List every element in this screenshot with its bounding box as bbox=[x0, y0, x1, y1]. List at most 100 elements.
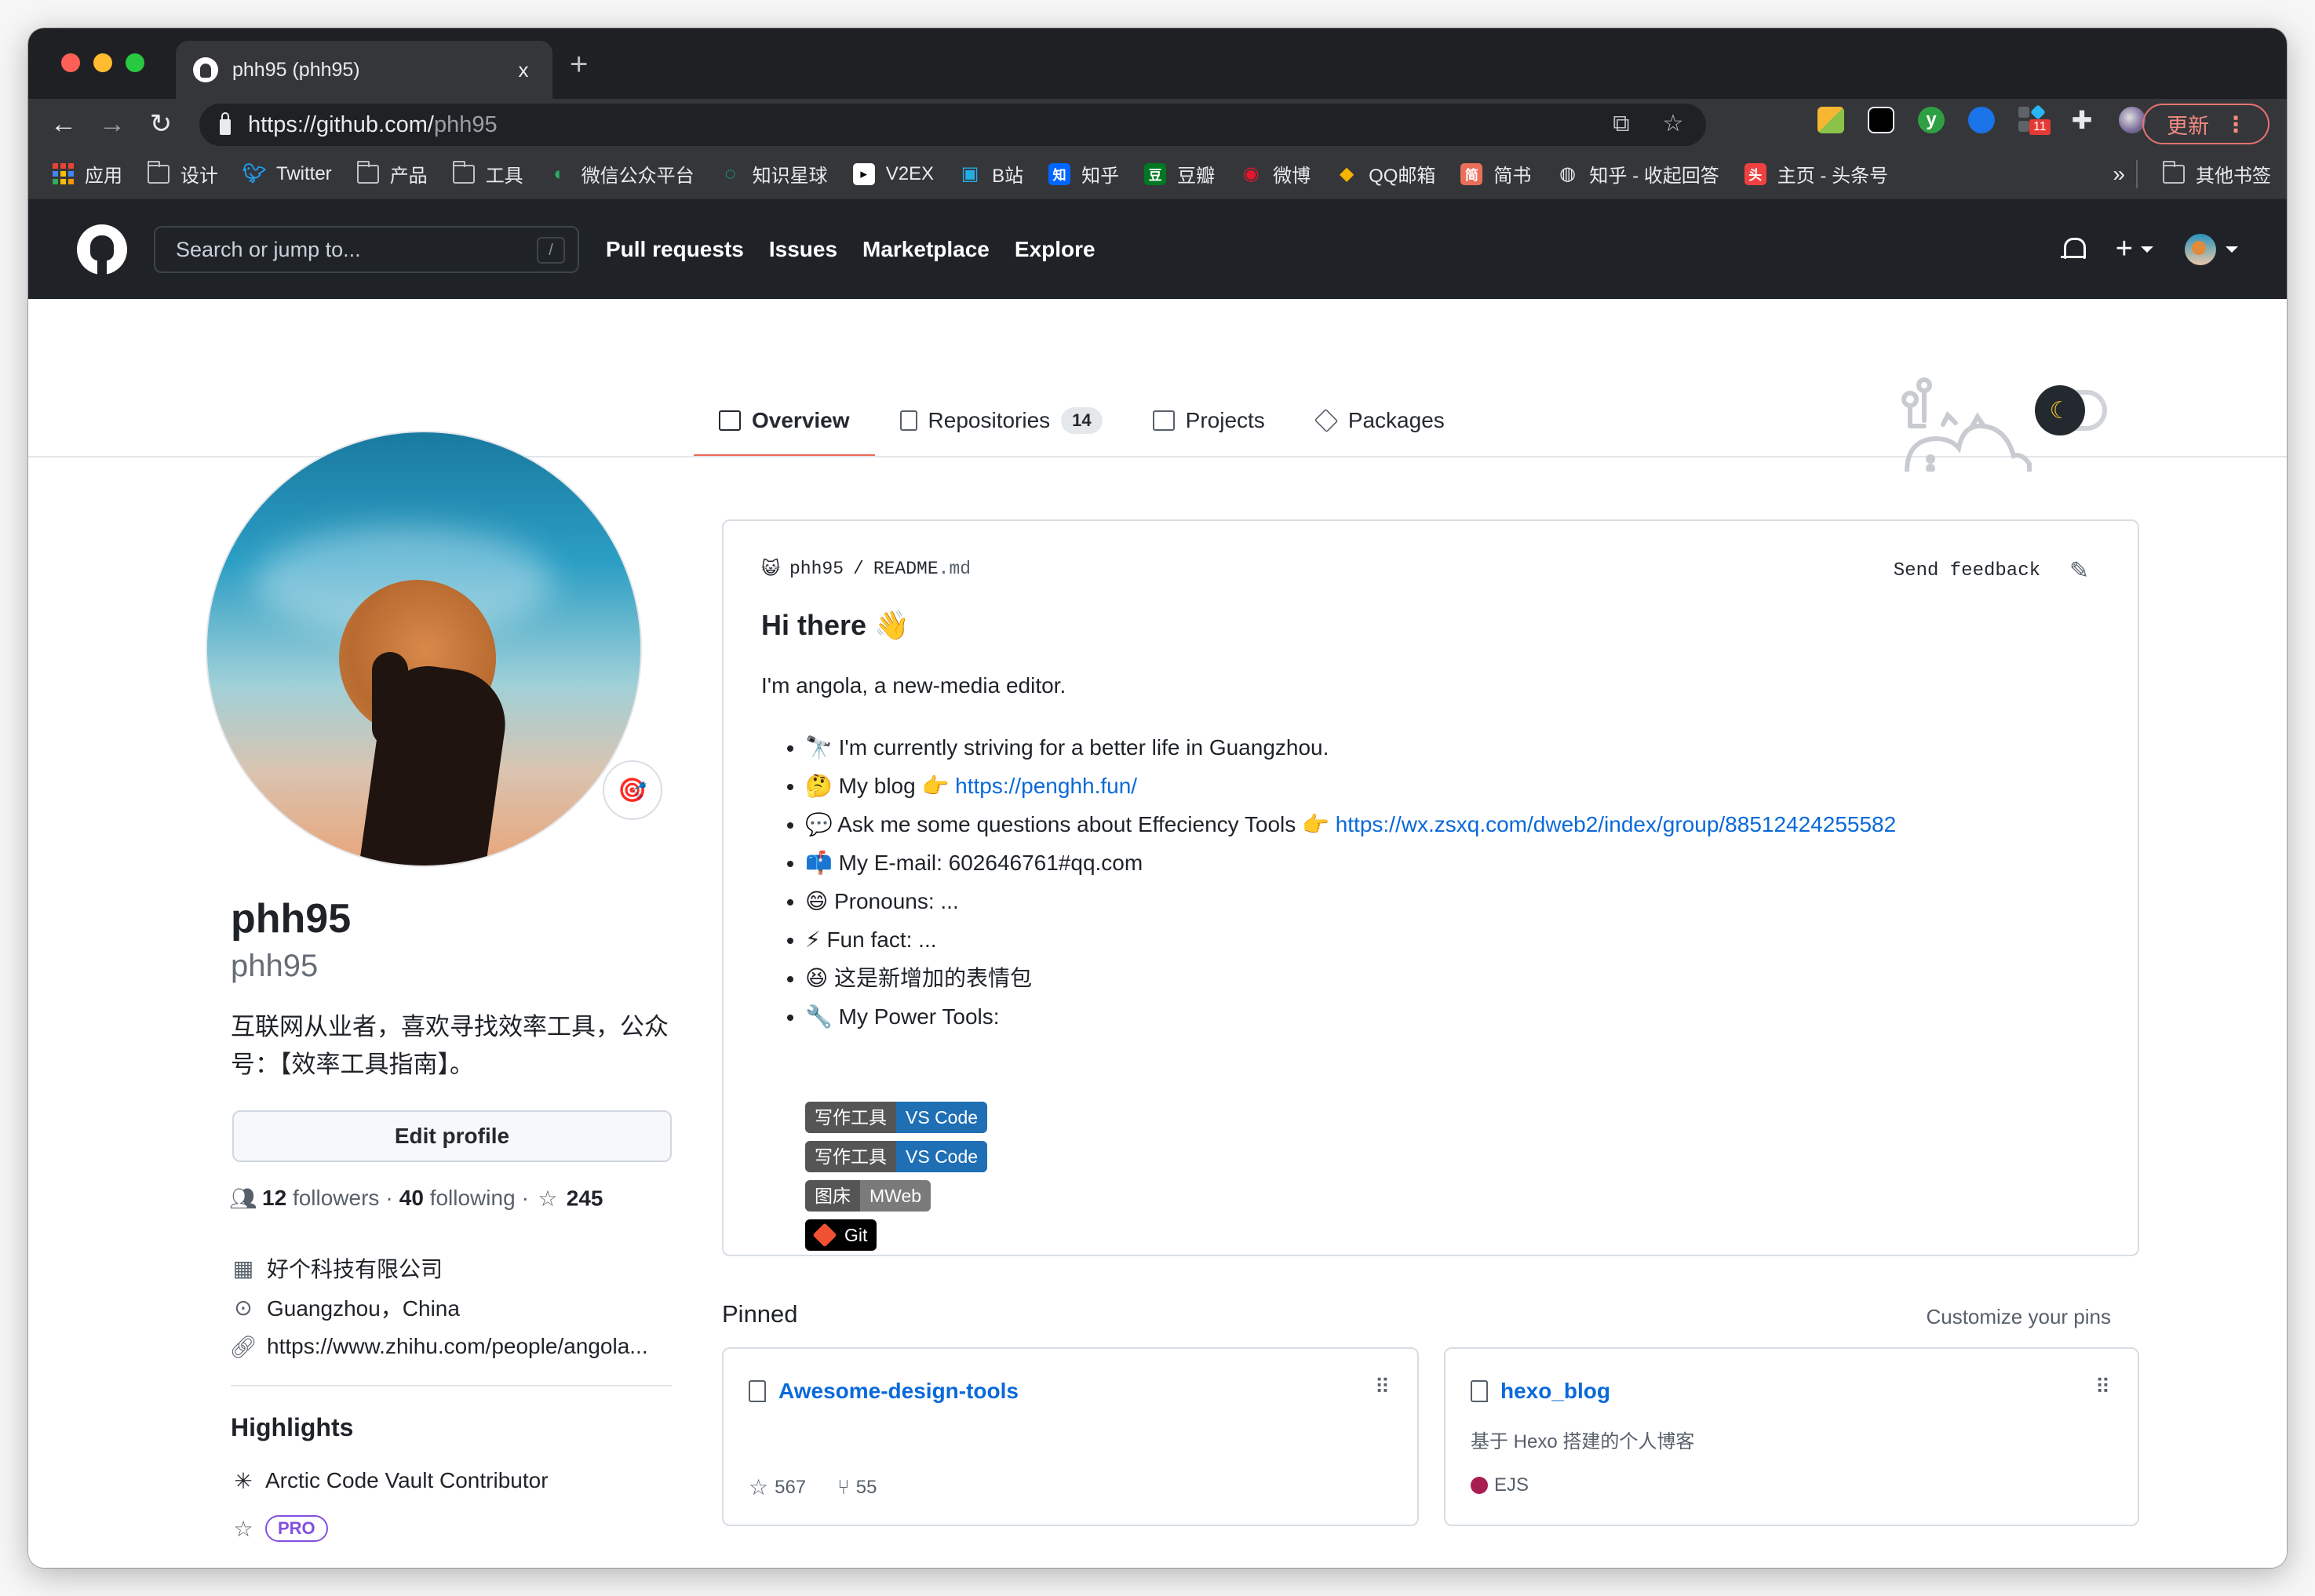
bookmark-item[interactable]: 简简书 bbox=[1460, 160, 1531, 188]
readme-list: 🔭 I'm currently striving for a better li… bbox=[782, 728, 1896, 1036]
translate-icon[interactable]: ⧉ bbox=[1609, 111, 1634, 137]
readme-file-link[interactable]: README.md bbox=[873, 559, 971, 579]
readme-owner-link[interactable]: phh95 bbox=[789, 559, 844, 579]
puzzle-extensions-icon[interactable]: ✚ bbox=[2069, 107, 2095, 133]
create-new-dropdown[interactable]: + bbox=[2116, 232, 2153, 266]
tool-badge[interactable]: Git bbox=[805, 1219, 877, 1251]
bell-icon[interactable] bbox=[2060, 236, 2086, 263]
edit-profile-button[interactable]: Edit profile bbox=[232, 1110, 672, 1162]
repo-link[interactable]: hexo_blog bbox=[1500, 1379, 1610, 1404]
theme-toggle[interactable]: ☾ bbox=[2035, 385, 2107, 435]
bookmark-item[interactable]: 工具 bbox=[452, 160, 523, 188]
chrome-profile-avatar[interactable] bbox=[2119, 107, 2145, 133]
chevron-down-icon bbox=[2141, 246, 2153, 253]
tab-overview[interactable]: Overview bbox=[694, 385, 875, 457]
chevron-down-icon bbox=[2226, 246, 2238, 253]
stars-link[interactable]: ☆ 245 bbox=[535, 1186, 603, 1212]
followers-link[interactable]: 12 followers bbox=[262, 1186, 379, 1211]
minimize-window-button[interactable] bbox=[93, 53, 112, 72]
bookmark-item[interactable]: 豆豆瓣 bbox=[1144, 160, 1215, 188]
organization-icon: ▦ bbox=[232, 1255, 254, 1281]
bookmark-item[interactable]: 🐦︎ Twitter bbox=[242, 163, 332, 185]
bookmark-item[interactable]: ◐ 微信公众平台 bbox=[549, 160, 694, 188]
download-extension-icon[interactable] bbox=[1817, 107, 1844, 133]
update-button[interactable]: 更新 ⋮ bbox=[2142, 104, 2269, 144]
zoom-window-button[interactable] bbox=[126, 53, 144, 72]
bookmark-label: 微博 bbox=[1273, 166, 1311, 187]
tab-projects[interactable]: Projects bbox=[1128, 385, 1290, 456]
new-tab-button[interactable]: + bbox=[570, 47, 588, 82]
bookmark-item[interactable]: 头主页 - 头条号 bbox=[1744, 160, 1888, 188]
drag-handle-icon[interactable]: ⠿ bbox=[1375, 1376, 1390, 1397]
address-bar[interactable]: https://github.com/phh95 ⧉ ☆ bbox=[199, 104, 1706, 146]
smiley-cat-icon: 😺︎ bbox=[761, 559, 780, 579]
readme-link[interactable]: https://wx.zsxq.com/dweb2/index/group/88… bbox=[1336, 812, 1896, 836]
bookmark-item[interactable]: ◆ QQ邮箱 bbox=[1336, 160, 1436, 188]
tool-badge[interactable]: 图床 MWeb bbox=[805, 1180, 931, 1212]
pencil-edit-icon[interactable]: ✎ bbox=[2069, 557, 2089, 585]
github-logo-icon[interactable] bbox=[77, 224, 127, 275]
bookmark-item[interactable]: ◌ 知识星球 bbox=[720, 160, 828, 188]
search-input[interactable]: Search or jump to... / bbox=[154, 226, 579, 273]
item-text: Pronouns: ... bbox=[833, 889, 959, 913]
tab-repositories[interactable]: Repositories 14 bbox=[875, 385, 1128, 456]
grid-extension-icon[interactable]: 11 bbox=[2018, 104, 2051, 135]
glasses-extension-icon[interactable] bbox=[1868, 107, 1894, 133]
status-emoji-button[interactable]: 🎯 bbox=[603, 760, 662, 820]
location-row: ⊙ Guangzhou，China bbox=[231, 1288, 648, 1327]
website-link[interactable]: https://www.zhihu.com/people/angola... bbox=[267, 1334, 648, 1359]
apps-grid-icon bbox=[52, 163, 74, 185]
bookmark-star-icon[interactable]: ☆ bbox=[1661, 111, 1686, 137]
repo-language: EJS bbox=[1471, 1474, 1529, 1496]
bookmark-item[interactable]: ◉ 微博 bbox=[1240, 160, 1311, 188]
bookmark-item[interactable]: ▸ V2EX bbox=[852, 162, 934, 185]
bookmark-label: 知乎 - 收起回答 bbox=[1589, 166, 1719, 187]
browser-tab[interactable]: phh95 (phh95) x bbox=[176, 41, 552, 99]
repo-forks[interactable]: ⑂ 55 bbox=[837, 1475, 877, 1499]
close-window-button[interactable] bbox=[61, 53, 80, 72]
tool-badge[interactable]: 写作工具 VS Code bbox=[805, 1102, 988, 1133]
readme-link[interactable]: https://penghh.fun/ bbox=[955, 774, 1137, 798]
readme-list-item: ⚡ Fun fact: ... bbox=[805, 920, 1896, 959]
bookmark-label: 产品 bbox=[389, 166, 428, 187]
repo-link[interactable]: Awesome-design-tools bbox=[778, 1379, 1019, 1404]
item-text: Ask me some questions about Effeciency T… bbox=[837, 812, 1336, 836]
tab-packages[interactable]: Packages bbox=[1290, 385, 1470, 456]
nav-marketplace[interactable]: Marketplace bbox=[862, 237, 990, 262]
tab-close-icon[interactable]: x bbox=[512, 58, 535, 82]
nav-issues[interactable]: Issues bbox=[769, 237, 837, 262]
bookmarks-overflow-button[interactable]: » bbox=[2113, 162, 2125, 187]
bookmark-item[interactable]: 应用 bbox=[52, 160, 122, 188]
repo-stars[interactable]: ☆ 567 bbox=[749, 1474, 806, 1500]
send-feedback-link[interactable]: Send feedback bbox=[1894, 560, 2040, 581]
y-extension-icon[interactable]: y bbox=[1918, 107, 1945, 133]
bookmark-item[interactable]: 设计 bbox=[148, 160, 218, 188]
fork-icon: ⑂ bbox=[837, 1475, 850, 1499]
bookmark-item[interactable]: 产品 bbox=[356, 160, 428, 188]
forward-arrow-icon[interactable]: → bbox=[88, 109, 137, 140]
search-placeholder: Search or jump to... bbox=[176, 237, 361, 261]
snowflake-icon: ✳ bbox=[234, 1468, 253, 1493]
tool-badge[interactable]: 写作工具 VS Code bbox=[805, 1141, 988, 1172]
profile-avatar[interactable] bbox=[206, 431, 642, 867]
badge-value: VS Code bbox=[896, 1141, 988, 1172]
bookmark-label: 工具 bbox=[485, 166, 523, 187]
following-link[interactable]: 40 following bbox=[399, 1186, 516, 1211]
nav-pull-requests[interactable]: Pull requests bbox=[606, 237, 744, 262]
back-arrow-icon[interactable]: ← bbox=[39, 109, 88, 140]
other-bookmarks[interactable]: 其他书签 bbox=[2163, 160, 2271, 188]
user-menu-dropdown[interactable] bbox=[2185, 233, 2238, 265]
customize-pins-link[interactable]: Customize your pins bbox=[1926, 1305, 2111, 1329]
drag-handle-icon[interactable]: ⠿ bbox=[2095, 1376, 2110, 1397]
blue-extension-icon[interactable] bbox=[1968, 107, 1995, 133]
bookmark-item[interactable]: ◍ 知乎 - 收起回答 bbox=[1556, 160, 1719, 188]
wechat-icon: ◐ bbox=[553, 162, 565, 184]
bookmark-item[interactable]: ▣ B站 bbox=[959, 160, 1023, 188]
bookmark-item[interactable]: 知知乎 bbox=[1048, 160, 1119, 188]
emoji-icon: 📫 bbox=[805, 851, 833, 875]
nav-explore[interactable]: Explore bbox=[1015, 237, 1096, 262]
highlight-pro[interactable]: ☆ PRO bbox=[231, 1515, 328, 1542]
reload-icon[interactable]: ↻ bbox=[137, 108, 185, 140]
highlight-arctic-vault[interactable]: ✳ Arctic Code Vault Contributor bbox=[231, 1468, 548, 1493]
bilibili-icon: ▣ bbox=[961, 163, 979, 184]
